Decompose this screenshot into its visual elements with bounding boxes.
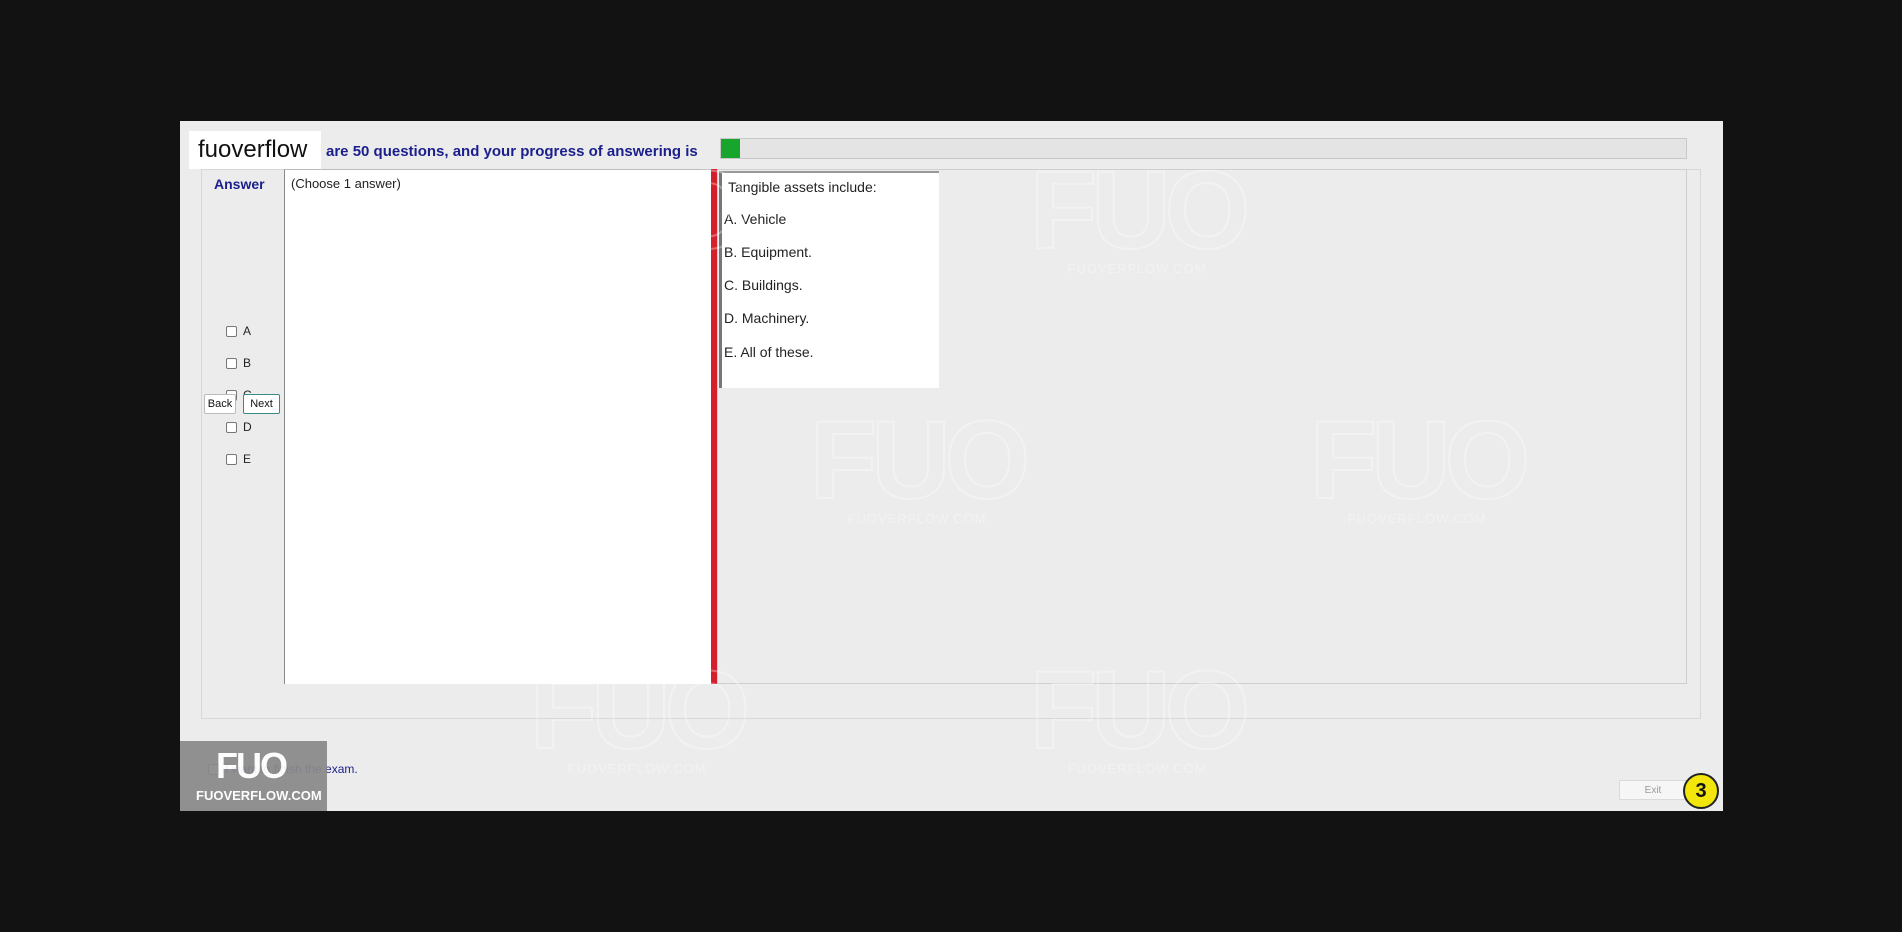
question-box: Tangible assets include: A. Vehicle B. E…	[719, 171, 939, 388]
next-button[interactable]: Next	[243, 394, 280, 414]
watermark-site: FUOVERFLOW.COM	[567, 761, 707, 776]
progress-text: are 50 questions, and your progress of a…	[326, 143, 698, 160]
question-choice-d: D. Machinery.	[724, 310, 810, 326]
checkbox-icon[interactable]	[226, 453, 237, 465]
watermark-logo: FUO	[216, 745, 288, 786]
answer-option-e[interactable]: E	[226, 451, 251, 467]
checkbox-icon[interactable]	[226, 325, 237, 337]
question-choice-a: A. Vehicle	[724, 211, 787, 227]
answer-option-label: E	[243, 452, 252, 466]
answer-option-label: A	[243, 324, 252, 338]
back-button[interactable]: Back	[204, 394, 236, 414]
watermark-site: FUOVERFLOW.COM	[196, 788, 322, 803]
watermark-logo-box: FUO FUOVERFLOW.COM	[180, 741, 327, 811]
answer-notes-pane: (Choose 1 answer)	[284, 169, 713, 684]
brand-label: fuoverflow	[189, 131, 321, 169]
answer-title: Answer	[214, 176, 265, 192]
checkbox-icon[interactable]	[226, 357, 237, 369]
answer-option-a[interactable]: A	[226, 323, 251, 339]
answer-option-b[interactable]: B	[226, 355, 251, 371]
answer-option-d[interactable]: D	[226, 419, 252, 435]
watermark-site: FUOVERFLOW.COM	[1067, 761, 1207, 776]
question-choice-b: B. Equipment.	[724, 244, 812, 260]
question-prompt: Tangible assets include:	[728, 179, 877, 195]
answer-option-label: B	[243, 356, 252, 370]
choose-instruction: (Choose 1 answer)	[291, 176, 401, 191]
answer-option-label: D	[243, 420, 252, 434]
progress-fill	[721, 139, 741, 158]
exam-window: fuoverflow are 50 questions, and your pr…	[180, 121, 1723, 811]
progress-bar	[720, 138, 1687, 159]
question-choice-e: E. All of these.	[724, 344, 814, 360]
question-number-badge: 3	[1683, 773, 1719, 809]
exit-button[interactable]: Exit	[1619, 780, 1687, 800]
checkbox-icon[interactable]	[226, 421, 237, 433]
question-choice-c: C. Buildings.	[724, 277, 803, 293]
